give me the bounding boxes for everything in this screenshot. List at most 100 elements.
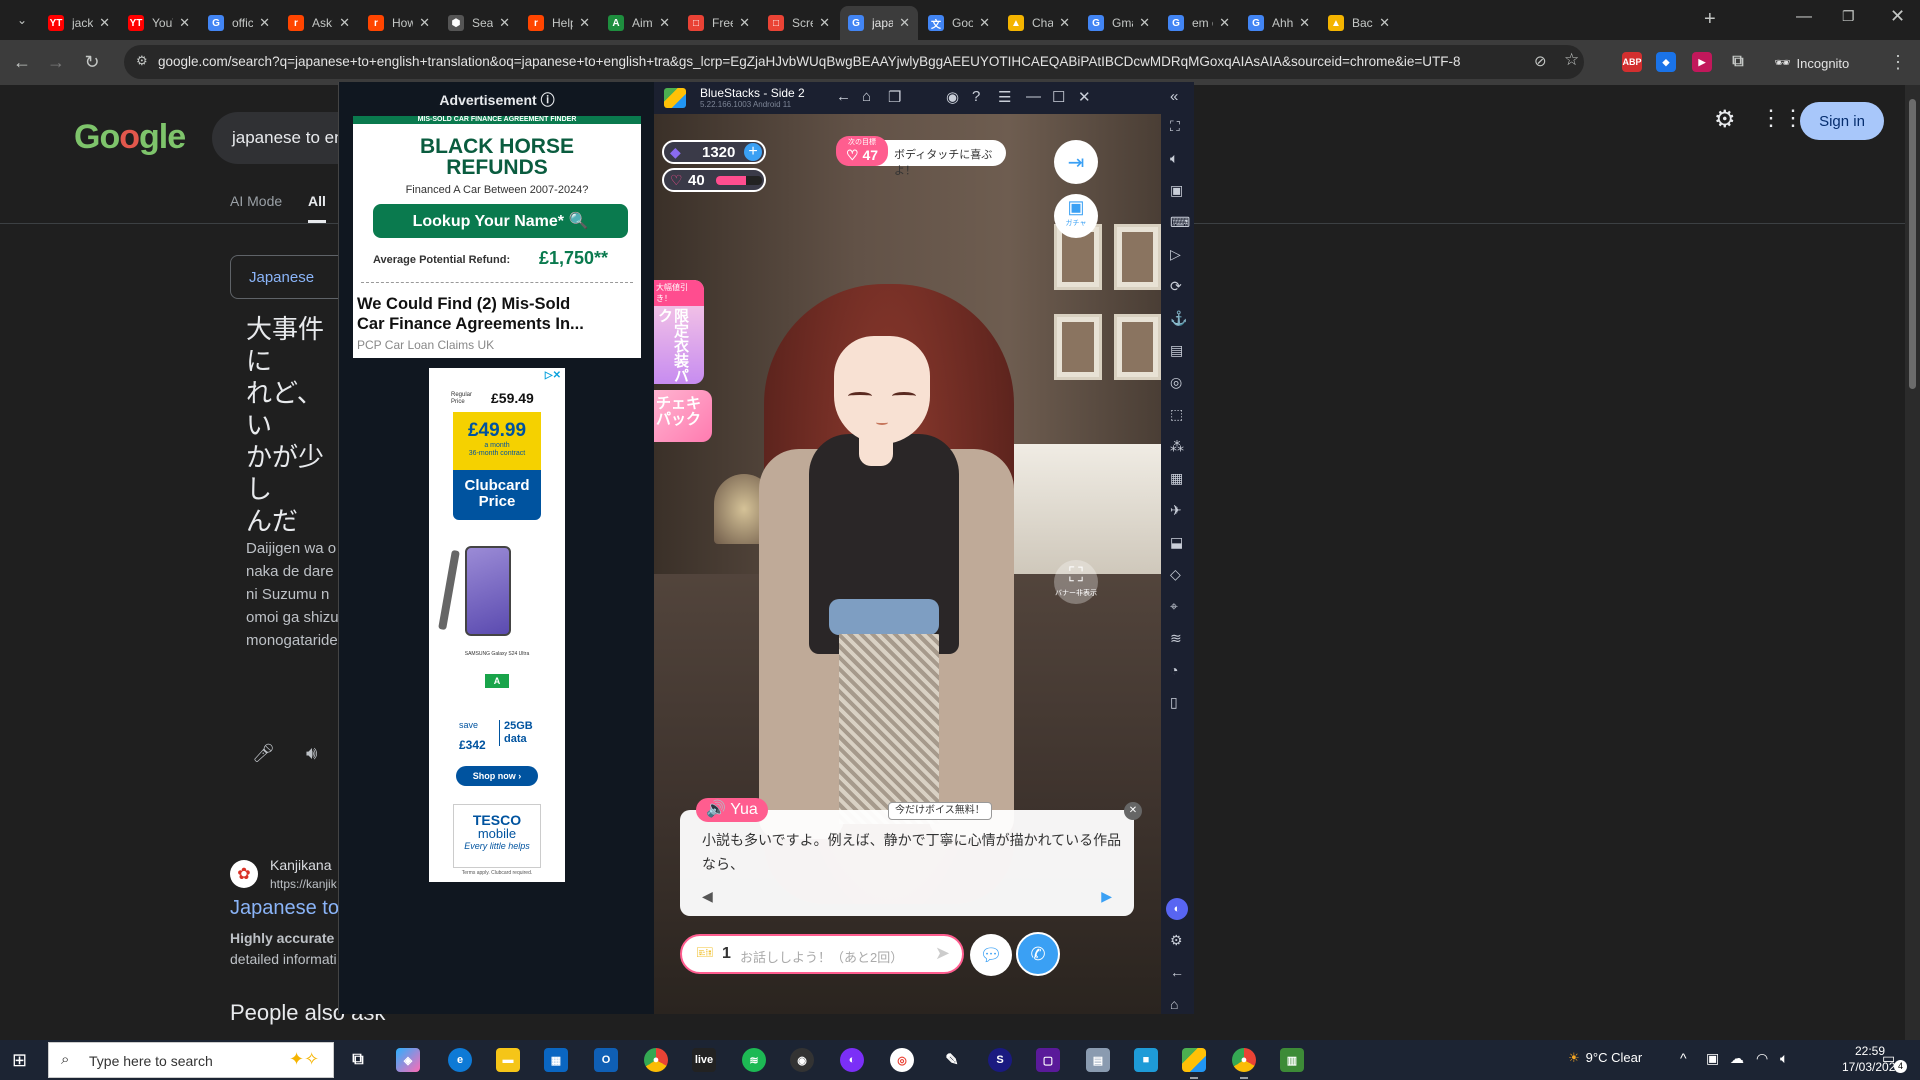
character-skirt[interactable] [839,634,939,824]
forward-button[interactable]: → [42,48,70,76]
adchoices-close-icon[interactable]: ▷✕ [545,370,561,381]
android-back-icon[interactable]: ← [1170,964,1184,980]
edge-icon[interactable]: e [448,1048,472,1072]
tab-close-icon[interactable]: ✕ [979,15,990,31]
source-text[interactable]: 大事件に れど、い かが少し んだり、 いた想い じ合う、 すね [246,313,341,537]
sync-app-icon[interactable]: S [988,1048,1012,1072]
cheki-pack-banner[interactable]: チェキ パック [654,390,712,442]
weather-widget[interactable]: ☀ 9°C Clear [1568,1050,1642,1066]
tab-close-icon[interactable]: ✕ [899,15,910,31]
shield-extension-icon[interactable]: ◆ [1656,52,1676,72]
settings-icon[interactable]: ⚙ [1170,932,1183,949]
macro-icon[interactable]: ▷ [1170,246,1181,263]
close-window-button[interactable]: ✕ [1890,6,1905,27]
lookup-name-button[interactable]: Lookup Your Name* 🔍 [373,204,628,238]
new-tab-button[interactable]: + [1704,8,1716,31]
purple-app-icon[interactable]: ▢ [1036,1048,1060,1072]
live-app-icon[interactable]: live [692,1048,716,1072]
tab-close-icon[interactable]: ✕ [499,15,510,31]
browser-tab[interactable]: ▲ Char ✕ [1000,6,1078,40]
green-app-icon[interactable]: ▥ [1280,1048,1304,1072]
game-viewport[interactable]: ◆ 1320 + ♡ 40 次の目標 ♡ 47 ボディタッチに喜ぶよ！ ⇥ ▣ … [654,114,1161,1014]
incognito-indicator[interactable]: 🕶 Incognito [1774,48,1849,78]
limited-costume-banner[interactable]: 大幅値引き！ 限定衣装パック [654,280,704,384]
eye-off-icon[interactable]: ⊘ [1534,52,1547,70]
browser-tab[interactable]: r AskM ✕ [280,6,358,40]
ad-source[interactable]: PCP Car Loan Claims UK [357,338,494,352]
discord-icon[interactable]: ◐ [1166,898,1188,920]
minimize-icon[interactable]: — [1026,88,1041,105]
outlook-icon[interactable]: O [594,1048,618,1072]
browser-tab[interactable]: YT YouT ✕ [120,6,198,40]
tab-close-icon[interactable]: ✕ [99,15,110,31]
tesco-mobile-ad[interactable]: ▷✕ Regular Price £59.49 £49.99 a month 3… [429,368,565,882]
listen-speaker-icon[interactable]: 🔊︎ [306,743,317,764]
tab-ai-mode[interactable]: AI Mode [230,193,282,209]
dialogue-box[interactable]: 🔊 Yua 今だけボイス無料！ ✕ 小説も多いですよ。例えば、静かで丁寧に心情が… [680,798,1142,916]
blue-app-icon[interactable]: ■ [1134,1048,1158,1072]
tray-chevron-icon[interactable]: ^ [1680,1050,1687,1066]
browser-tab[interactable]: A Aimy ✕ [600,6,678,40]
hamburger-menu-icon[interactable]: ☰ [998,88,1011,106]
chrome-dev-icon[interactable]: ◎ [890,1048,914,1072]
tab-close-icon[interactable]: ✕ [1379,15,1390,31]
multi-instance-icon[interactable]: ⁂ [1170,438,1184,455]
bookmark-star-icon[interactable]: ☆ [1564,50,1579,70]
browser-tab[interactable]: ▲ Back ✕ [1320,6,1398,40]
browser-tab[interactable]: Gjapan ✕ [840,6,918,40]
tab-close-icon[interactable]: ✕ [179,15,190,31]
browser-tab[interactable]: r Help ✕ [520,6,598,40]
volume-tray-icon[interactable]: 🔈︎ [1780,1050,1788,1067]
tab-close-icon[interactable]: ✕ [259,15,270,31]
tab-close-icon[interactable]: ✕ [739,15,750,31]
browser-tab[interactable]: r How ✕ [360,6,438,40]
back-button[interactable]: ← [8,48,36,76]
copilot-icon[interactable]: ◈ [396,1048,420,1072]
microphone-icon[interactable]: 🎤︎ [252,743,275,764]
browser-tab[interactable]: YT jack l ✕ [40,6,118,40]
sidebar-toggle-icon[interactable]: ▯ [1170,694,1178,711]
browser-tab[interactable]: □ Scree ✕ [760,6,838,40]
gacha-button[interactable]: ▣ ガチャ [1054,194,1098,238]
reload-button[interactable]: ↻ [78,48,106,76]
collapse-sidebar-icon[interactable]: « [1170,88,1178,105]
media-manager-icon[interactable]: ▣ [1170,182,1183,199]
next-goal-banner[interactable]: 次の目標 ♡ 47 ボディタッチに喜ぶよ！ [836,136,1006,177]
tab-close-icon[interactable]: ✕ [659,15,670,31]
spotify-icon[interactable]: ≋ [742,1048,766,1072]
erase-icon[interactable]: ◇ [1170,566,1181,583]
browser-tab[interactable]: 文 Goog ✕ [920,6,998,40]
airplane-icon[interactable]: ✈ [1170,502,1182,519]
screen-record-icon[interactable]: ⬚ [1170,406,1183,423]
browser-tab[interactable]: G Gma ✕ [1080,6,1158,40]
task-view-icon[interactable]: ⧉ [346,1048,370,1072]
tab-search-dropdown-icon[interactable]: ⌄ [10,8,34,32]
maximize-icon[interactable]: ☐ [1052,88,1065,106]
chat-bubble-button[interactable]: 💬︎ [970,934,1012,976]
add-gems-button[interactable]: + [744,143,762,161]
video-extension-icon[interactable]: ▶ [1692,52,1712,72]
feather-app-icon[interactable]: ✎ [940,1048,964,1072]
tab-close-icon[interactable]: ✕ [339,15,350,31]
send-arrow-icon[interactable]: ➤ [935,943,950,964]
help-icon[interactable]: ? [972,88,980,105]
page-scrollbar[interactable] [1905,85,1920,1040]
ad-headline[interactable]: We Could Find (2) Mis-Sold Car Finance A… [357,294,639,334]
location-icon[interactable]: ⌖ [1170,598,1178,615]
chrome-icon[interactable]: ● [644,1048,668,1072]
layers-icon[interactable]: ≋ [1170,630,1182,647]
character-ribbon[interactable] [829,599,939,635]
browser-tab[interactable]: □ Freei ✕ [680,6,758,40]
windows-start-icon[interactable]: ⊞ [12,1050,27,1071]
media-app-icon[interactable]: ◐ [840,1048,864,1072]
menu-kebab-icon[interactable]: ⋮ [1884,48,1912,76]
browser-tab[interactable]: Goffici ✕ [200,6,278,40]
performance-icon[interactable]: ◔ [1170,662,1178,678]
wifi-icon[interactable]: ◠ [1756,1050,1768,1067]
url-text[interactable]: google.com/search?q=japanese+to+english+… [158,54,1498,69]
close-icon[interactable]: ✕ [1078,88,1091,106]
tab-close-icon[interactable]: ✕ [1299,15,1310,31]
volume-icon[interactable]: 🔈︎ [1170,150,1178,167]
scrollbar-thumb[interactable] [1909,99,1916,389]
home-icon[interactable]: ⌂ [862,88,871,105]
